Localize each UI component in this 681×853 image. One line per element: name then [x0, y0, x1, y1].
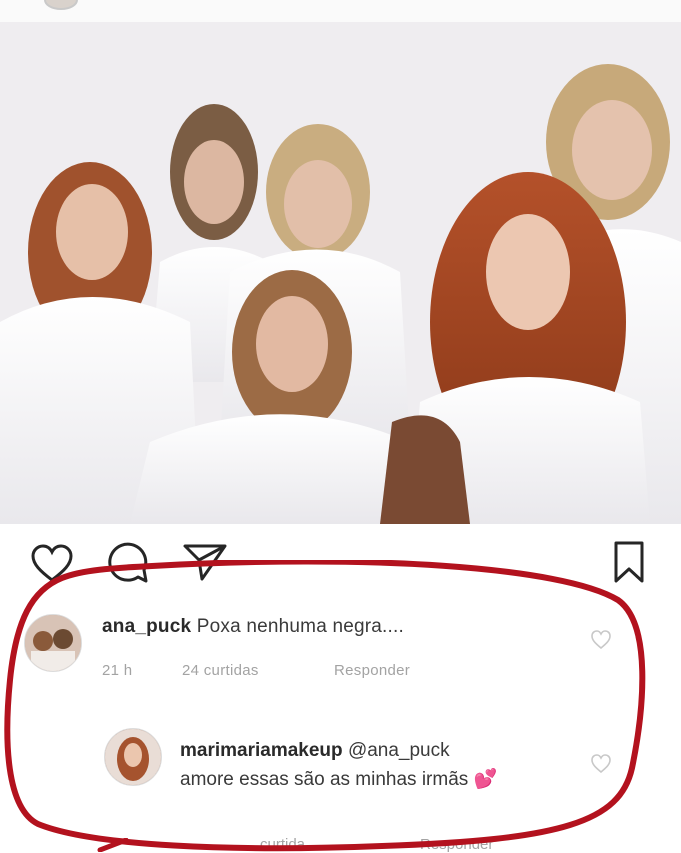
commenter-avatar[interactable] [24, 614, 82, 672]
paper-plane-icon[interactable] [182, 542, 228, 582]
comment-body: Poxa nenhuma negra.... [196, 616, 404, 637]
bookmark-icon[interactable] [612, 540, 646, 584]
reply-button[interactable]: Responder [334, 662, 410, 679]
comment-likes[interactable]: 24 curtidas [182, 662, 259, 679]
comment-icon[interactable] [106, 542, 150, 584]
red-arrow-mark [97, 838, 129, 852]
reply-reply-button[interactable]: Responder [420, 836, 493, 853]
heart-icon[interactable] [30, 544, 74, 584]
comment-text-line: ana_puck Poxa nenhuma negra.... [102, 616, 404, 638]
avatar-picture [25, 615, 81, 671]
replier-avatar[interactable] [104, 728, 162, 786]
comment-item: ana_puck Poxa nenhuma negra.... 21 h 24 … [24, 608, 644, 688]
post-actions [0, 530, 681, 590]
reply-mention[interactable]: @ana_puck [348, 740, 450, 761]
avatar-picture [105, 729, 161, 785]
reply-username[interactable]: marimariamakeup [180, 740, 343, 761]
poster-avatar[interactable] [44, 0, 78, 10]
comment-username[interactable]: ana_puck [102, 616, 191, 637]
reply-item: marimariamakeup @ana_puck amore essas sã… [104, 728, 644, 853]
top-strip [0, 0, 681, 22]
post-photo[interactable] [0, 22, 681, 524]
comment-like-icon[interactable] [590, 630, 612, 650]
post-photo-illustration [0, 22, 681, 524]
reply-likes[interactable]: curtida [260, 836, 305, 853]
reply-like-icon[interactable] [590, 754, 612, 774]
reply-text: marimariamakeup @ana_puck amore essas sã… [180, 736, 600, 794]
comment-time: 21 h [102, 662, 133, 679]
hearts-emoji: 💕 [473, 769, 498, 790]
reply-body: amore essas são as minhas irmãs [180, 769, 469, 790]
